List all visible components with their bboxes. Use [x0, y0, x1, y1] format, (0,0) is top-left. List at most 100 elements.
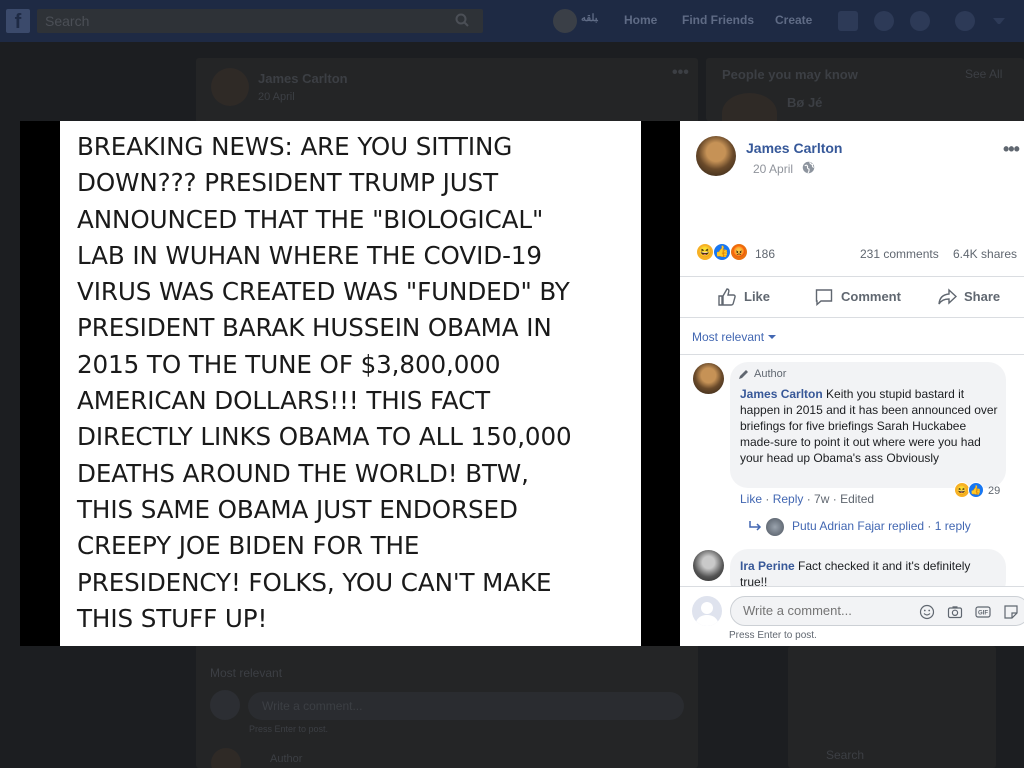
- chevron-down-icon: [768, 335, 777, 339]
- comment-label: Comment: [841, 289, 901, 304]
- image-text-line: DEATHS AROUND THE WORLD! BTW,: [77, 458, 529, 488]
- comment-reaction-count: 29: [988, 485, 1001, 497]
- pencil-icon: [739, 370, 748, 379]
- background-press-enter: Press Enter to post.: [249, 724, 329, 734]
- photo-viewer[interactable]: BREAKING NEWS: ARE YOU SITTING DOWN??? P…: [20, 121, 680, 646]
- comment-author-link[interactable]: James Carlton: [740, 387, 823, 401]
- comment-input[interactable]: [743, 603, 913, 618]
- profile-name-link[interactable]: ﺒﻠﻘﻪ: [581, 13, 598, 24]
- author-name-link[interactable]: James Carlton: [746, 140, 842, 156]
- image-text-line: AMERICAN DOLLARS!!! THIS FACT: [77, 386, 491, 416]
- post-action-bar: Like Comment Share: [680, 276, 1024, 318]
- comment-avatar[interactable]: [693, 363, 724, 394]
- like-reaction-icon: 👍: [713, 243, 731, 261]
- comment-bubble-icon: [815, 289, 833, 306]
- author-avatar[interactable]: [696, 136, 736, 176]
- gif-icon[interactable]: GIF: [975, 604, 991, 620]
- find-friends-link[interactable]: Find Friends: [682, 13, 754, 27]
- search-placeholder: Search: [45, 13, 90, 29]
- post-options-icon[interactable]: •••: [1003, 139, 1020, 160]
- user-avatar: [692, 596, 722, 626]
- background-most-relevant: Most relevant: [210, 666, 283, 680]
- share-count-link[interactable]: 6.4K shares: [953, 247, 1017, 261]
- like-label: Like: [744, 289, 771, 304]
- camera-icon[interactable]: [947, 604, 963, 620]
- reply-count: 1 reply: [934, 519, 971, 533]
- home-link[interactable]: Home: [624, 13, 657, 27]
- background-post-menu-icon: •••: [672, 64, 689, 81]
- press-enter-hint: Press Enter to post.: [729, 630, 817, 641]
- divider: [680, 354, 1024, 355]
- comment-body: James Carlton Keith you stupid bastard i…: [740, 386, 998, 466]
- image-text-line: 2015 TO THE TUNE OF $3,800,000: [77, 349, 501, 379]
- background-compose-placeholder: Write a comment...: [262, 699, 363, 713]
- comment-composer: GIF Press Enter to post.: [680, 586, 1024, 646]
- account-menu-chevron-icon[interactable]: [993, 18, 1005, 24]
- notifications-icon[interactable]: [910, 11, 930, 31]
- photo-lightbox: BREAKING NEWS: ARE YOU SITTING DOWN??? P…: [20, 121, 1024, 646]
- comment-sort-dropdown[interactable]: Most relevant: [692, 330, 777, 344]
- comment-input-box[interactable]: GIF: [730, 596, 1024, 626]
- background-compose-avatar: [210, 690, 240, 720]
- image-text-line: PRESIDENCY! FOLKS, YOU CAN'T MAKE: [77, 567, 552, 597]
- default-avatar-icon: [695, 602, 719, 626]
- comment-reply-link[interactable]: Reply: [773, 492, 804, 506]
- background-pymk-see-all: See All: [965, 67, 1003, 81]
- thumbs-up-icon: [718, 288, 736, 306]
- top-navbar: f Search ﺒﻠﻘﻪ Home Find Friends Create: [0, 0, 1024, 42]
- background-search-label: Search: [826, 748, 865, 762]
- background-post-date: 20 April: [258, 91, 295, 103]
- comment-like-link[interactable]: Like: [740, 492, 762, 506]
- author-badge: Author: [754, 368, 787, 380]
- post-sidebar: James Carlton 20 April ••• 😆 👍 😡 186 231…: [680, 121, 1024, 646]
- image-text-line: LAB IN WUHAN WHERE THE COVID-19: [77, 240, 542, 270]
- help-icon[interactable]: [955, 11, 975, 31]
- create-link[interactable]: Create: [775, 13, 812, 27]
- image-text-line: THIS STUFF UP!: [77, 603, 268, 633]
- image-text-line: CREEPY JOE BIDEN FOR THE: [77, 531, 420, 561]
- post-date-link[interactable]: 20 April: [753, 162, 793, 176]
- globe-icon: [802, 161, 815, 174]
- comment-actions: Like · Reply · 7w · Edited: [740, 492, 875, 506]
- comment-edited[interactable]: Edited: [840, 492, 874, 506]
- sticker-icon[interactable]: [1003, 604, 1019, 620]
- image-text-line: THIS SAME OBAMA JUST ENDORSED: [77, 494, 518, 524]
- angry-reaction-icon: 😡: [730, 243, 748, 261]
- background-pymk-title: People you may know: [722, 67, 858, 82]
- comment-sort-label: Most relevant: [692, 330, 765, 344]
- comment-author-link[interactable]: Ira Perine: [740, 559, 795, 573]
- search-bar[interactable]: Search: [37, 9, 483, 33]
- image-text-line: DOWN??? PRESIDENT TRUMP JUST: [77, 168, 499, 198]
- comment-age[interactable]: 7w: [814, 492, 829, 506]
- post-image[interactable]: BREAKING NEWS: ARE YOU SITTING DOWN??? P…: [60, 121, 641, 646]
- svg-text:GIF: GIF: [978, 611, 988, 617]
- emoji-icon[interactable]: [919, 604, 935, 620]
- image-text-line: ANNOUNCED THAT THE "BIOLOGICAL": [77, 204, 544, 234]
- replied-label: replied: [888, 519, 925, 533]
- like-reaction-icon: 👍: [968, 482, 984, 498]
- reaction-count[interactable]: 186: [755, 247, 775, 261]
- comment-count-link[interactable]: 231 comments: [860, 247, 939, 261]
- background-author-tag: Author: [270, 753, 303, 765]
- share-label: Share: [964, 289, 1001, 304]
- background-right-card: [788, 646, 996, 768]
- profile-avatar[interactable]: [553, 9, 577, 33]
- background-post-author: James Carlton: [258, 71, 348, 86]
- facebook-logo-icon[interactable]: f: [6, 9, 30, 33]
- search-icon[interactable]: [455, 13, 469, 27]
- replier-avatar[interactable]: [766, 518, 784, 536]
- image-text: BREAKING NEWS: ARE YOU SITTING DOWN??? P…: [77, 129, 631, 637]
- image-text-line: VIRUS WAS CREATED WAS "FUNDED" BY: [77, 277, 570, 307]
- messenger-icon[interactable]: [874, 11, 894, 31]
- image-text-line: PRESIDENT BARAK HUSSEIN OBAMA IN: [77, 313, 552, 343]
- share-arrow-icon: [938, 288, 957, 305]
- comment-avatar[interactable]: [693, 550, 724, 581]
- background-pymk-person: Bø Jé: [787, 95, 823, 110]
- view-replies-link[interactable]: Putu Adrian Fajar replied · 1 reply: [792, 519, 971, 533]
- background-post-avatar: [211, 68, 249, 106]
- haha-reaction-icon: 😆: [696, 243, 714, 261]
- replier-name: Putu Adrian Fajar: [792, 519, 885, 533]
- friend-requests-icon[interactable]: [838, 11, 858, 31]
- image-text-line: DIRECTLY LINKS OBAMA TO ALL 150,000: [77, 422, 572, 452]
- reply-arrow-icon: [749, 521, 762, 531]
